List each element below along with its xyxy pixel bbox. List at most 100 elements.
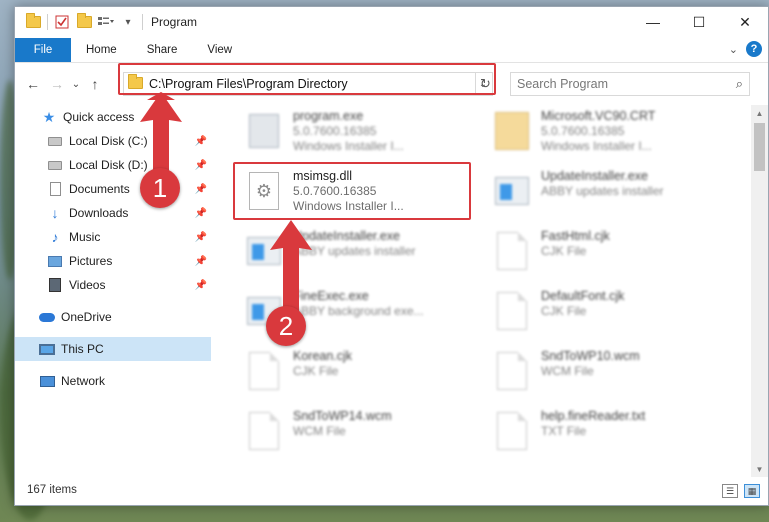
sidebar-item-label: Downloads	[69, 206, 129, 220]
sidebar-item-label: Pictures	[69, 254, 113, 268]
drive-icon	[47, 157, 63, 173]
file-name: FastHtml.cjk	[541, 229, 610, 243]
file-name: SndToWP14.wcm	[293, 409, 392, 423]
list-item[interactable]: UpdateInstaller.exe ABBY updates installe…	[493, 165, 723, 221]
search-input[interactable]: Search Program ⌕	[510, 72, 750, 96]
file-type: WCM File	[293, 424, 346, 438]
tab-view[interactable]: View	[192, 38, 247, 62]
file-name: help.fineReader.txt	[541, 409, 646, 423]
customize-toolbar-icon[interactable]	[98, 14, 114, 30]
page-icon	[245, 349, 283, 393]
list-item[interactable]: program.exe 5.0.7600.16385 Windows Install…	[245, 105, 475, 161]
sidebar-item-label: Music	[69, 230, 101, 244]
step-1-badge: 1	[140, 168, 180, 208]
file-type: CJK File	[293, 364, 339, 378]
status-bar: 167 items ☰ ▦	[15, 475, 768, 505]
list-item[interactable]: Microsoft.VC90.CRT 5.0.7600.16385 Windows …	[493, 105, 723, 161]
tab-share[interactable]: Share	[132, 38, 193, 62]
close-button[interactable]: ✕	[722, 7, 768, 37]
sidebar-item-label: OneDrive	[61, 310, 112, 324]
search-icon[interactable]: ⌕	[736, 76, 743, 92]
folder-icon	[25, 13, 41, 30]
sidebar-item-this-pc[interactable]: This PC	[15, 337, 211, 361]
pin-icon[interactable]: 📌	[195, 208, 207, 219]
address-path[interactable]: C:\Program Files\Program Directory	[149, 77, 474, 91]
file-type: TXT File	[541, 424, 587, 438]
sidebar-item-music[interactable]: ♪ Music 📌	[15, 225, 211, 249]
music-icon: ♪	[51, 229, 59, 245]
minimize-button[interactable]: —	[630, 7, 676, 37]
file-description: Windows Installer I...	[293, 199, 404, 213]
sidebar-item-onedrive[interactable]: OneDrive	[15, 305, 211, 329]
tab-file[interactable]: File	[15, 37, 71, 62]
tiles-view-icon[interactable]: ▦	[744, 484, 760, 498]
file-explorer-window: ▾ Program — ☐ ✕ File Home Share View ⌄ ?…	[14, 6, 769, 506]
page-icon	[493, 409, 531, 453]
file-version: 5.0.7600.16385	[541, 124, 625, 138]
sidebar-item-downloads[interactable]: ↓ Downloads 📌	[15, 201, 211, 225]
downloads-icon: ↓	[51, 205, 59, 221]
file-name: Korean.cjk	[293, 349, 353, 363]
list-item[interactable]: Korean.cjk CJK File	[245, 345, 475, 401]
chevron-down-icon[interactable]: ▾	[120, 14, 136, 30]
pin-icon[interactable]: 📌	[195, 256, 207, 267]
ribbon-right: ⌄ ?	[729, 41, 762, 57]
sidebar-item-videos[interactable]: Videos 📌	[15, 273, 211, 297]
step-2-badge: 2	[266, 306, 306, 346]
item-count: 167 items	[27, 484, 77, 496]
pin-icon[interactable]: 📌	[195, 232, 207, 243]
sidebar-item-label: Videos	[69, 278, 106, 292]
toolbar-divider	[47, 14, 48, 30]
sidebar-item-label: Quick access	[63, 110, 135, 124]
vertical-scrollbar[interactable]: ▲ ▼	[751, 105, 768, 477]
pin-icon[interactable]: 📌	[195, 184, 207, 195]
window-title: Program	[151, 15, 198, 29]
list-item[interactable]: SndToWP10.wcm WCM File	[493, 345, 723, 401]
refresh-button[interactable]: ↻	[475, 72, 495, 96]
onedrive-icon	[39, 309, 55, 325]
forward-button[interactable]: →	[45, 72, 69, 96]
scroll-up-arrow[interactable]: ▲	[751, 105, 768, 121]
documents-icon	[47, 181, 63, 197]
tab-home[interactable]: Home	[71, 38, 132, 62]
exe-icon	[245, 109, 283, 153]
sidebar-item-label: Documents	[69, 182, 130, 196]
properties-icon[interactable]	[54, 14, 70, 30]
file-type: CJK File	[541, 304, 587, 318]
page-icon	[245, 409, 283, 453]
pin-icon[interactable]: 📌	[195, 136, 207, 147]
navigation-bar: ← → ⌄ ↑ C:\Program Files\Program Directo…	[15, 63, 768, 105]
page-icon	[493, 289, 531, 333]
chevron-down-icon[interactable]: ⌄	[729, 43, 738, 56]
file-name: program.exe	[293, 109, 364, 123]
recent-locations-button[interactable]: ⌄	[69, 72, 83, 96]
sidebar-item-network[interactable]: Network	[15, 369, 211, 393]
help-icon[interactable]: ?	[746, 41, 762, 57]
quick-access-toolbar: ▾	[15, 13, 143, 30]
drive-icon	[47, 133, 63, 149]
new-folder-icon[interactable]	[76, 13, 92, 30]
search-placeholder: Search Program	[517, 77, 609, 91]
pin-icon[interactable]: 📌	[195, 160, 207, 171]
file-description: ABBY updates installer	[541, 184, 664, 198]
this-pc-icon	[39, 341, 55, 357]
window-controls: — ☐ ✕	[630, 7, 768, 37]
up-button[interactable]: ↑	[83, 72, 107, 96]
sidebar-item-label: This PC	[61, 342, 104, 356]
details-view-icon[interactable]: ☰	[722, 484, 738, 498]
file-description: Windows Installer I...	[541, 139, 652, 153]
list-item[interactable]: help.fineReader.txt TXT File	[493, 405, 723, 461]
file-version: 5.0.7600.16385	[293, 124, 377, 138]
sidebar-item-pictures[interactable]: Pictures 📌	[15, 249, 211, 273]
scrollbar-thumb[interactable]	[754, 123, 765, 171]
file-name: DefaultFont.cjk	[541, 289, 625, 303]
list-item[interactable]: SndToWP14.wcm WCM File	[245, 405, 475, 461]
list-item[interactable]: FastHtml.cjk CJK File	[493, 225, 723, 281]
sidebar-item-label: Network	[61, 374, 106, 388]
back-button[interactable]: ←	[21, 72, 45, 96]
file-description: Windows Installer I...	[293, 139, 404, 153]
pin-icon[interactable]: 📌	[195, 280, 207, 291]
list-item[interactable]: DefaultFont.cjk CJK File	[493, 285, 723, 341]
maximize-button[interactable]: ☐	[676, 7, 722, 37]
list-item-msimsg-dll[interactable]: ⚙ msimsg.dll 5.0.7600.16385 Windows Instal…	[245, 165, 475, 221]
